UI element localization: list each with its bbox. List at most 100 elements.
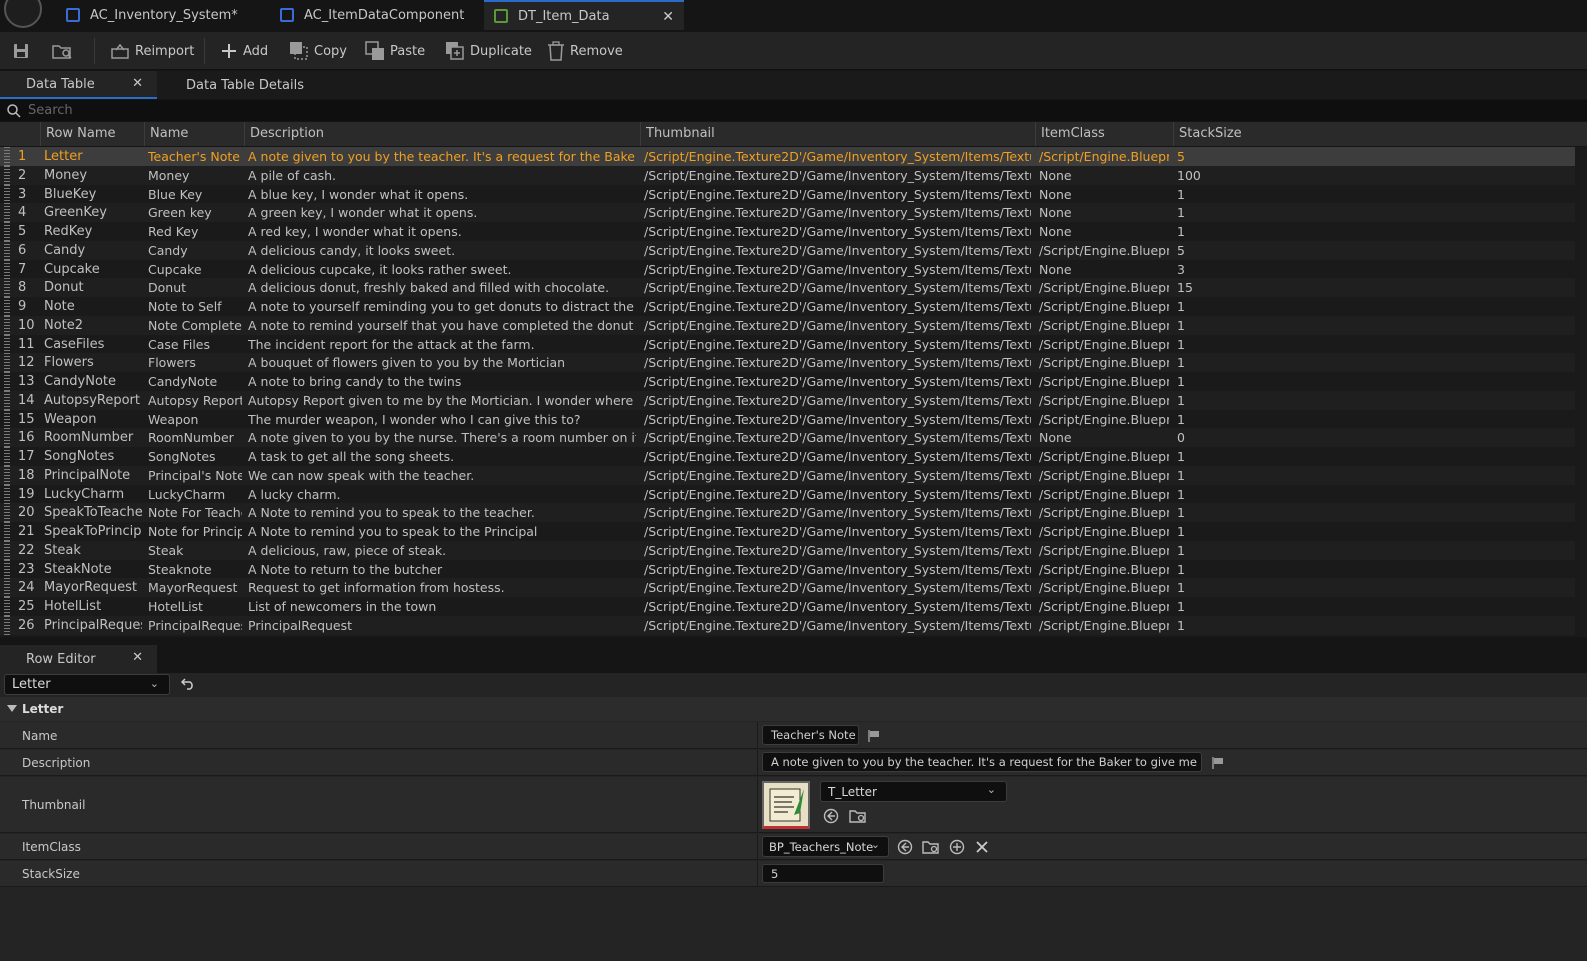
description-field[interactable]: A note given to you by the teacher. It's… [762, 752, 1202, 772]
table-row[interactable]: 24 MayorRequest MayorRequest Request to get… [0, 578, 1575, 598]
reset-to-default-button[interactable] [180, 676, 196, 692]
table-scrollbar[interactable] [1575, 147, 1587, 637]
table-row[interactable]: 21 SpeakToPrincipal Note for Principal A No… [0, 522, 1575, 541]
table-row[interactable]: 4 GreenKey Green key A green key, I wonder … [0, 203, 1575, 223]
drag-handle-icon[interactable] [4, 484, 10, 504]
unreal-logo-icon[interactable] [4, 0, 42, 28]
table-row[interactable]: 2 Money Money A pile of cash. /Script/Engine… [0, 165, 1575, 185]
drag-handle-icon[interactable] [4, 390, 10, 410]
table-row[interactable]: 12 Flowers Flowers A bouquet of flowers giv… [0, 353, 1575, 373]
drag-handle-icon[interactable] [4, 372, 10, 391]
drag-handle-icon[interactable] [4, 203, 10, 223]
tab-row-editor[interactable]: Row Editor ✕ [0, 645, 157, 673]
column-header-itemclass[interactable]: ItemClass [1035, 122, 1173, 146]
column-divider[interactable] [757, 777, 758, 833]
browse-button[interactable] [52, 32, 79, 70]
clear-icon[interactable] [975, 840, 989, 854]
drag-handle-icon[interactable] [4, 465, 10, 485]
table-row[interactable]: 20 SpeakToTeacher Note For Teacher A Note t… [0, 503, 1575, 523]
table-row[interactable]: 6 Candy Candy A delicious candy, it looks s… [0, 240, 1575, 260]
column-header-thumbnail[interactable]: Thumbnail [640, 122, 1035, 146]
column-divider[interactable] [757, 834, 758, 860]
drag-handle-icon[interactable] [4, 240, 10, 260]
create-new-icon[interactable] [949, 839, 965, 855]
table-row[interactable]: 1 Letter Teacher's Note A note given to you… [0, 147, 1575, 166]
table-row[interactable]: 9 Note Note to Self A note to yourself remi… [0, 297, 1575, 316]
copy-button[interactable]: Copy [289, 32, 347, 70]
column-header-row-name[interactable]: Row Name [40, 122, 144, 146]
drag-handle-icon[interactable] [4, 578, 10, 598]
drag-handle-icon[interactable] [4, 297, 10, 316]
drag-handle-icon[interactable] [4, 315, 10, 335]
search-bar[interactable]: Search [0, 100, 1587, 121]
add-row-button[interactable]: Add [220, 32, 268, 70]
table-row[interactable]: 7 Cupcake Cupcake A delicious cupcake, it l… [0, 259, 1575, 279]
column-header-description[interactable]: Description [244, 122, 640, 146]
thumbnail-asset-dropdown[interactable]: T_Letter ⌄ [820, 781, 1007, 802]
table-row[interactable]: 19 LuckyCharm LuckyCharm A lucky charm. /Scr… [0, 484, 1575, 504]
drag-handle-icon[interactable] [4, 184, 10, 204]
table-row[interactable]: 16 RoomNumber RoomNumber A note given to yo… [0, 428, 1575, 448]
tab-ac-itemdatacomponent[interactable]: AC_ItemDataComponent [270, 0, 480, 30]
close-tab-icon[interactable]: ✕ [132, 650, 143, 665]
tab-dt-item-data[interactable]: DT_Item_Data ✕ [484, 0, 684, 30]
column-header-name[interactable]: Name [144, 122, 244, 146]
row-section-header[interactable]: Letter [0, 697, 1587, 721]
drag-handle-icon[interactable] [4, 334, 10, 354]
drag-handle-icon[interactable] [4, 597, 10, 616]
stacksize-field[interactable]: 5 [762, 864, 884, 883]
table-row[interactable]: 11 CaseFiles Case Files The incident report… [0, 334, 1575, 354]
remove-button[interactable]: Remove [547, 32, 623, 70]
duplicate-button[interactable]: Duplicate [445, 32, 532, 70]
use-selected-class-icon[interactable] [897, 839, 913, 855]
column-divider[interactable] [757, 722, 758, 749]
use-selected-asset-icon[interactable] [823, 808, 839, 824]
name-field[interactable]: Teacher's Note [762, 725, 859, 745]
table-row[interactable]: 18 PrincipalNote Principal's Note We can no… [0, 465, 1575, 485]
tab-data-table-details[interactable]: Data Table Details [160, 71, 310, 99]
drag-handle-icon[interactable] [4, 353, 10, 373]
table-row[interactable]: 13 CandyNote CandyNote A note to bring cand… [0, 372, 1575, 391]
table-row[interactable]: 25 HotelList HotelList List of newcomers in… [0, 597, 1575, 616]
table-row[interactable]: 22 Steak Steak A delicious, raw, piece of s… [0, 540, 1575, 560]
table-row[interactable]: 8 Donut Donut A delicious donut, freshly ba… [0, 278, 1575, 298]
table-row[interactable]: 10 Note2 Note Completed A note to remind yo… [0, 315, 1575, 335]
search-input[interactable]: Search [28, 103, 73, 118]
browse-asset-icon[interactable] [849, 808, 867, 824]
itemclass-dropdown[interactable]: BP_Teachers_Note ⌄ [762, 836, 889, 857]
drag-handle-icon[interactable] [4, 165, 10, 185]
drag-handle-icon[interactable] [4, 522, 10, 541]
drag-handle-icon[interactable] [4, 447, 10, 466]
tab-ac-inventory-system[interactable]: AC_Inventory_System* [56, 0, 266, 30]
table-row[interactable]: 17 SongNotes SongNotes A task to get all th… [0, 447, 1575, 466]
drag-handle-icon[interactable] [4, 503, 10, 523]
column-header-stacksize[interactable]: StackSize [1173, 122, 1575, 146]
browse-class-icon[interactable] [922, 839, 940, 855]
column-divider[interactable] [757, 750, 758, 776]
tab-data-table[interactable]: Data Table ✕ [0, 71, 157, 99]
table-row[interactable]: 15 Weapon Weapon The murder weapon, I wonde… [0, 409, 1575, 429]
thumbnail-preview[interactable] [762, 781, 810, 829]
table-row[interactable]: 26 PrincipalRequest PrincipalRequest Princi… [0, 615, 1575, 635]
drag-handle-icon[interactable] [4, 222, 10, 241]
reimport-button[interactable]: Reimport [110, 32, 194, 70]
close-tab-icon[interactable]: ✕ [132, 76, 143, 91]
drag-handle-icon[interactable] [4, 615, 10, 635]
drag-handle-icon[interactable] [4, 409, 10, 429]
drag-handle-icon[interactable] [4, 147, 10, 166]
localize-flag-icon[interactable] [867, 729, 881, 743]
table-row[interactable]: 23 SteakNote Steaknote A Note to return to … [0, 559, 1575, 579]
paste-button[interactable]: Paste [365, 32, 425, 70]
column-divider[interactable] [757, 861, 758, 887]
localize-flag-icon[interactable] [1211, 756, 1225, 770]
drag-handle-icon[interactable] [4, 428, 10, 448]
close-tab-icon[interactable]: ✕ [662, 9, 674, 25]
drag-handle-icon[interactable] [4, 540, 10, 560]
expand-arrow-icon[interactable] [7, 705, 17, 712]
drag-handle-icon[interactable] [4, 259, 10, 279]
table-row[interactable]: 5 RedKey Red Key A red key, I wonder what i… [0, 222, 1575, 241]
save-button[interactable] [12, 32, 35, 70]
table-row[interactable]: 3 BlueKey Blue Key A blue key, I wonder wha… [0, 184, 1575, 204]
drag-handle-icon[interactable] [4, 559, 10, 579]
row-selector-dropdown[interactable]: Letter ⌄ [4, 674, 170, 695]
